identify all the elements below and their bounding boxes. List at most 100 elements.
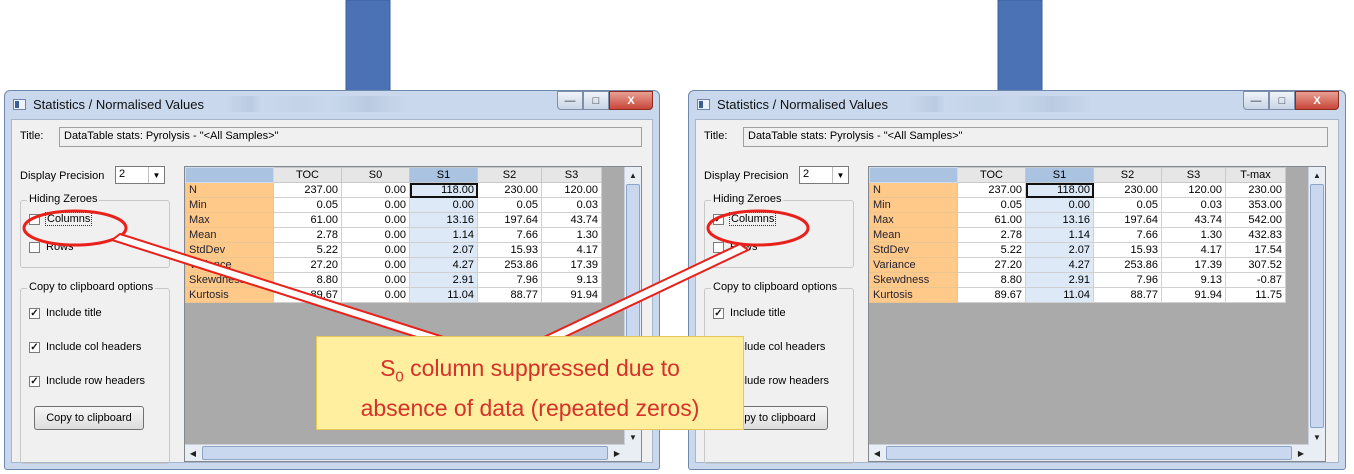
scroll-thumb[interactable]: [886, 446, 1292, 460]
table-cell[interactable]: 432.83: [1225, 227, 1286, 243]
horizontal-scrollbar[interactable]: ◀ ▶: [185, 444, 625, 461]
checkbox-box[interactable]: [29, 213, 40, 225]
table-cell[interactable]: 88.77: [1093, 287, 1162, 303]
scroll-thumb[interactable]: [1310, 184, 1324, 428]
table-cell[interactable]: 8.80: [957, 272, 1026, 288]
check-icon[interactable]: ✓: [29, 307, 40, 319]
table-cell[interactable]: 91.94: [1161, 287, 1226, 303]
column-header[interactable]: TOC: [957, 167, 1026, 183]
row-header[interactable]: Kurtosis: [185, 287, 274, 303]
row-header[interactable]: Mean: [185, 227, 274, 243]
hide-rows-checkbox[interactable]: Rows: [713, 241, 758, 253]
table-cell[interactable]: 120.00: [541, 182, 602, 198]
table-cell[interactable]: 61.00: [273, 212, 342, 228]
table-cell[interactable]: 120.00: [1161, 182, 1226, 198]
vertical-scrollbar[interactable]: ▲ ▼: [1308, 167, 1325, 445]
row-header[interactable]: Skewdness: [185, 272, 274, 288]
table-cell[interactable]: 0.00: [341, 212, 410, 228]
table-cell[interactable]: 15.93: [1093, 242, 1162, 258]
table-cell[interactable]: 27.20: [273, 257, 342, 273]
table-cell[interactable]: 230.00: [1093, 182, 1162, 198]
table-cell[interactable]: 89.67: [957, 287, 1026, 303]
table-cell[interactable]: 253.86: [1093, 257, 1162, 273]
table-cell[interactable]: 4.17: [1161, 242, 1226, 258]
table-cell[interactable]: 0.05: [1093, 197, 1162, 213]
table-cell[interactable]: 17.39: [541, 257, 602, 273]
table-cell[interactable]: 17.39: [1161, 257, 1226, 273]
table-cell[interactable]: 542.00: [1225, 212, 1286, 228]
table-cell[interactable]: 27.20: [957, 257, 1026, 273]
table-cell[interactable]: 2.78: [273, 227, 342, 243]
display-precision-select[interactable]: 2 ▼: [115, 166, 165, 184]
table-cell[interactable]: 13.16: [1025, 212, 1094, 228]
table-cell[interactable]: 1.30: [1161, 227, 1226, 243]
scroll-right-icon[interactable]: ▶: [609, 445, 625, 461]
table-cell[interactable]: 61.00: [957, 212, 1026, 228]
table-cell[interactable]: 0.00: [341, 242, 410, 258]
table-cell[interactable]: 43.74: [541, 212, 602, 228]
table-cell[interactable]: 5.22: [273, 242, 342, 258]
row-header[interactable]: StdDev: [185, 242, 274, 258]
minimize-button[interactable]: —: [557, 91, 583, 110]
column-header[interactable]: S2: [477, 167, 542, 183]
table-cell[interactable]: 43.74: [1161, 212, 1226, 228]
row-header[interactable]: Max: [869, 212, 958, 228]
table-cell[interactable]: 197.64: [1093, 212, 1162, 228]
table-cell[interactable]: 0.05: [957, 197, 1026, 213]
table-cell[interactable]: 353.00: [1225, 197, 1286, 213]
table-cell[interactable]: 0.00: [341, 197, 410, 213]
table-cell[interactable]: 230.00: [1225, 182, 1286, 198]
table-cell[interactable]: 0.05: [477, 197, 542, 213]
include-row-headers-checkbox[interactable]: ✓ Include row headers: [29, 375, 145, 387]
chevron-down-icon[interactable]: ▼: [148, 167, 164, 183]
table-cell[interactable]: -0.87: [1225, 272, 1286, 288]
scroll-up-icon[interactable]: ▲: [625, 167, 641, 183]
scroll-down-icon[interactable]: ▼: [1309, 429, 1325, 445]
table-cell[interactable]: 9.13: [1161, 272, 1226, 288]
table-cell[interactable]: 307.52: [1225, 257, 1286, 273]
table-cell[interactable]: 7.66: [477, 227, 542, 243]
column-header[interactable]: T-max: [1225, 167, 1286, 183]
table-cell[interactable]: 7.66: [1093, 227, 1162, 243]
check-icon[interactable]: ✓: [29, 341, 40, 353]
table-cell[interactable]: 88.77: [477, 287, 542, 303]
table-cell[interactable]: 1.14: [409, 227, 478, 243]
column-header[interactable]: S1: [409, 167, 478, 183]
table-cell[interactable]: 0.00: [341, 182, 410, 198]
column-header[interactable]: S0: [341, 167, 410, 183]
row-header[interactable]: Variance: [185, 257, 274, 273]
chevron-down-icon[interactable]: ▼: [832, 167, 848, 183]
table-cell[interactable]: 0.00: [341, 287, 410, 303]
checkbox-box[interactable]: [29, 241, 40, 253]
row-header[interactable]: Variance: [869, 257, 958, 273]
table-cell[interactable]: 2.78: [957, 227, 1026, 243]
close-button[interactable]: X: [1295, 91, 1339, 110]
table-cell[interactable]: 197.64: [477, 212, 542, 228]
table-cell[interactable]: 0.00: [409, 197, 478, 213]
column-header[interactable]: S2: [1093, 167, 1162, 183]
table-cell[interactable]: 11.04: [409, 287, 478, 303]
row-header[interactable]: Mean: [869, 227, 958, 243]
table-cell[interactable]: 0.05: [273, 197, 342, 213]
table-cell[interactable]: 7.96: [477, 272, 542, 288]
table-cell[interactable]: 11.75: [1225, 287, 1286, 303]
row-header[interactable]: StdDev: [869, 242, 958, 258]
table-cell[interactable]: 89.67: [273, 287, 342, 303]
table-cell[interactable]: 0.00: [1025, 197, 1094, 213]
minimize-button[interactable]: —: [1243, 91, 1269, 110]
hide-rows-checkbox[interactable]: Rows: [29, 241, 74, 253]
include-title-checkbox[interactable]: ✓ Include title: [713, 307, 786, 319]
table-cell[interactable]: 237.00: [957, 182, 1026, 198]
table-cell[interactable]: 4.27: [409, 257, 478, 273]
table-cell[interactable]: 4.27: [1025, 257, 1094, 273]
table-cell[interactable]: 15.93: [477, 242, 542, 258]
column-header[interactable]: S3: [1161, 167, 1226, 183]
table-cell[interactable]: 2.91: [409, 272, 478, 288]
grid-corner[interactable]: [869, 167, 958, 183]
table-cell[interactable]: 0.00: [341, 272, 410, 288]
check-icon[interactable]: ✓: [29, 375, 40, 387]
display-precision-select[interactable]: 2 ▼: [799, 166, 849, 184]
table-cell[interactable]: 2.07: [409, 242, 478, 258]
table-cell[interactable]: 9.13: [541, 272, 602, 288]
table-cell[interactable]: 0.00: [341, 257, 410, 273]
